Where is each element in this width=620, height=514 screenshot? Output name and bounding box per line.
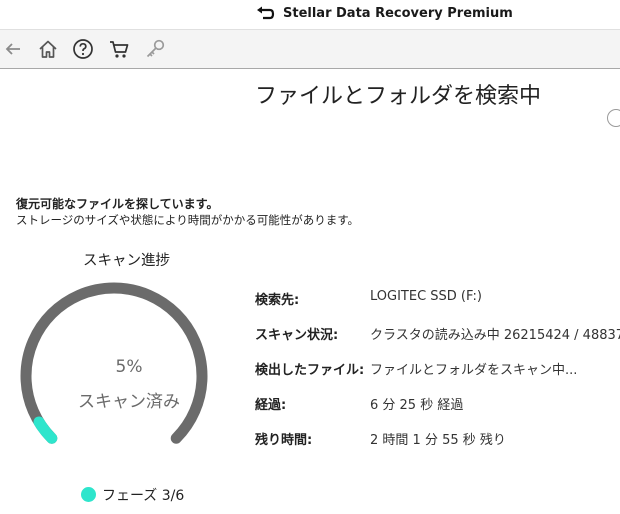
title-bar: Stellar Data Recovery Premium: [0, 0, 620, 28]
detail-row-remaining: 残り時間: 2 時間 1 分 55 秒 残り: [255, 429, 620, 449]
phase-label: フェーズ 3/6: [102, 488, 185, 504]
detail-row-destination: 検索先: LOGITEC SSD (F:): [255, 289, 620, 309]
detail-key: 検出したファイル:: [255, 363, 365, 378]
detail-key: 検索先:: [255, 293, 300, 308]
detail-key: スキャン状況:: [255, 328, 339, 343]
stellar-logo-icon: [255, 5, 275, 23]
help-icon[interactable]: [72, 38, 94, 60]
page-title: ファイルとフォルダを検索中: [255, 84, 542, 109]
progress-status: スキャン済み: [78, 392, 180, 412]
detail-key: 経過:: [255, 398, 287, 413]
detail-value: 2 時間 1 分 55 秒 残り: [370, 433, 506, 448]
progress-label: スキャン進捗: [83, 253, 170, 269]
progress-percent: 5%: [115, 357, 143, 377]
detail-value: ファイルとフォルダをスキャン中...: [370, 363, 578, 378]
detail-row-elapsed: 経過: 6 分 25 秒 経過: [255, 394, 620, 414]
detail-value: 6 分 25 秒 経過: [370, 398, 464, 413]
info-title: 復元可能なファイルを探しています。: [16, 197, 219, 211]
detail-row-scan-status: スキャン状況: クラスタの読み込み中 26215424 / 4883789: [255, 324, 620, 344]
detail-row-found-files: 検出したファイル: ファイルとフォルダをスキャン中...: [255, 359, 620, 379]
info-subtitle: ストレージのサイズや状態により時間がかかる可能性があります。: [16, 213, 360, 227]
cart-icon[interactable]: [108, 38, 130, 60]
key-icon[interactable]: [144, 38, 166, 60]
detail-key: 残り時間:: [255, 433, 313, 448]
back-arrow-icon[interactable]: [2, 38, 24, 60]
gauge-fill: [33, 416, 58, 444]
phase-dot-icon: [81, 487, 96, 502]
home-icon[interactable]: [37, 38, 59, 60]
app-title: Stellar Data Recovery Premium: [283, 6, 513, 21]
loading-spinner-icon: [607, 109, 620, 127]
detail-value: クラスタの読み込み中 26215424 / 4883789: [370, 328, 620, 343]
detail-value: LOGITEC SSD (F:): [370, 289, 482, 304]
toolbar: [0, 29, 620, 69]
